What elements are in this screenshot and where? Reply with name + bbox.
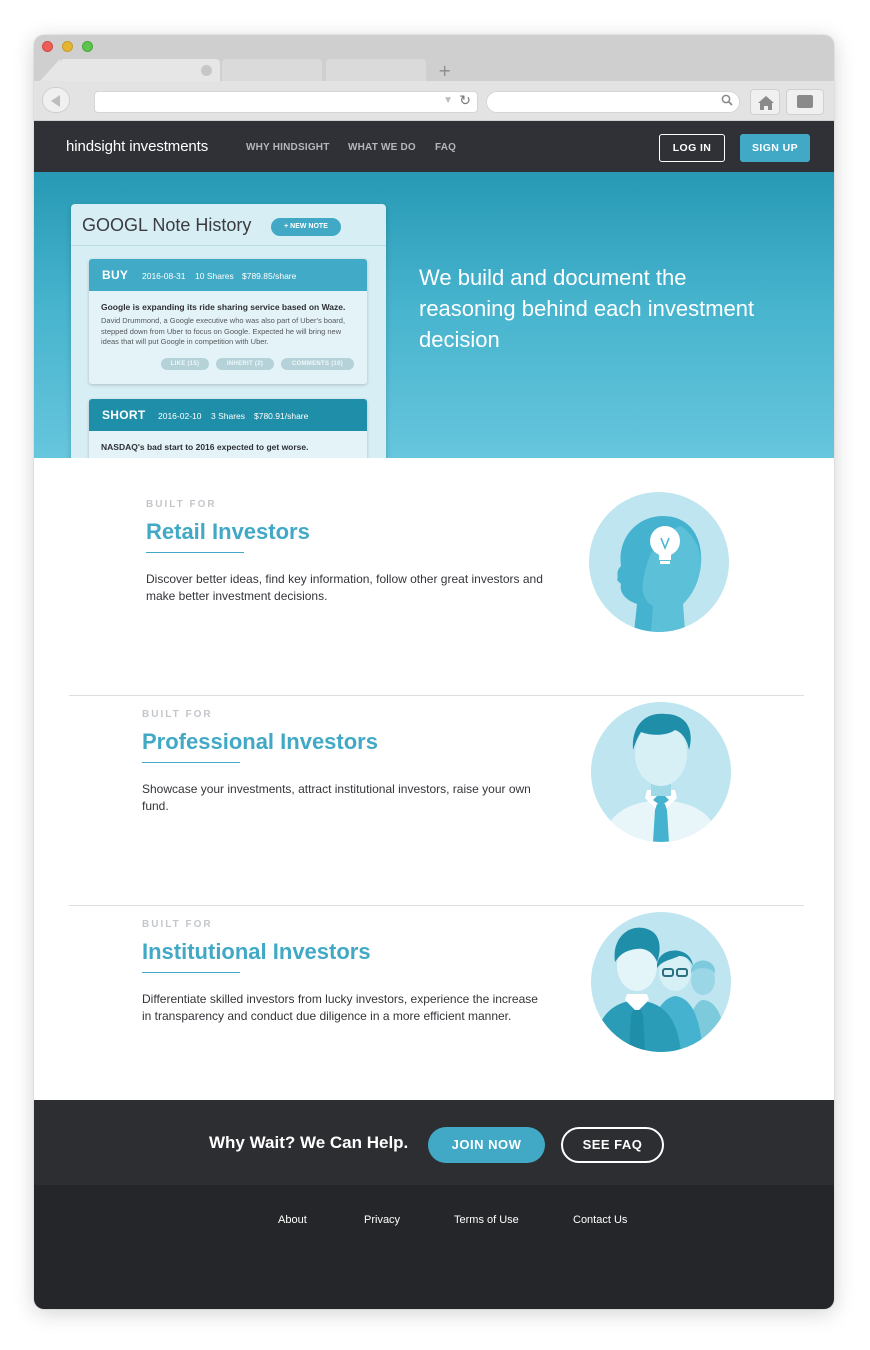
nav-why-hindsight[interactable]: WHY HINDSIGHT <box>246 142 330 153</box>
head-lightbulb-icon <box>589 492 729 632</box>
footer-link-contact[interactable]: Contact Us <box>573 1214 627 1226</box>
note-history-panel: GOOGL Note History + NEW NOTE BUY 2016-0… <box>71 204 386 458</box>
tab-strip: + <box>34 35 834 81</box>
built-for-label: BUILT FOR <box>146 499 217 510</box>
new-tab-icon[interactable]: + <box>438 61 451 80</box>
browser-tab[interactable] <box>222 59 322 81</box>
note-card-body: Google is expanding its ride sharing ser… <box>89 291 367 384</box>
footer-link-about[interactable]: About <box>278 1214 307 1226</box>
login-button[interactable]: LOG IN <box>659 134 725 162</box>
cta-text: Why Wait? We Can Help. <box>209 1133 409 1152</box>
note-card-header: BUY 2016-08-31 10 Shares $789.85/share <box>89 259 367 291</box>
professional-investors-section: BUILT FOR Professional Investors Showcas… <box>34 668 834 878</box>
note-headline: NASDAQ's bad start to 2016 expected to g… <box>101 442 309 452</box>
site-navbar: hindsight investments WHY HINDSIGHT WHAT… <box>34 121 834 172</box>
note-action: BUY <box>102 268 129 282</box>
note-panel-title: GOOGL Note History <box>82 215 252 235</box>
comments-button[interactable]: COMMENTS (10) <box>281 357 354 370</box>
nav-faq[interactable]: FAQ <box>435 142 456 153</box>
note-price: $789.85/share <box>242 271 297 281</box>
tab-close-icon[interactable] <box>201 65 212 76</box>
home-icon <box>758 96 774 110</box>
browser-window: + ▼ ↻ hindsight investments WHY HINDSIGH… <box>34 35 834 1309</box>
join-now-button[interactable]: JOIN NOW <box>428 1127 545 1163</box>
back-button[interactable] <box>42 87 70 113</box>
hero-section: GOOGL Note History + NEW NOTE BUY 2016-0… <box>34 172 834 458</box>
like-button[interactable]: LIKE (15) <box>161 357 209 370</box>
section-title: Retail Investors <box>146 519 310 544</box>
note-text: David Drummond, a Google executive who w… <box>101 316 346 346</box>
see-faq-button[interactable]: SEE FAQ <box>561 1127 664 1163</box>
note-card-body: NASDAQ's bad start to 2016 expected to g… <box>89 431 367 458</box>
institutional-investors-section: BUILT FOR Institutional Investors Differ… <box>34 878 834 1088</box>
address-bar[interactable]: ▼ ↻ <box>94 91 478 113</box>
dropdown-arrow-icon[interactable]: ▼ <box>443 95 453 106</box>
note-card: BUY 2016-08-31 10 Shares $789.85/share G… <box>89 259 367 384</box>
section-title: Professional Investors <box>142 729 378 754</box>
note-actions: LIKE (15) INHERIT (2) COMMENTS (10) <box>101 357 355 380</box>
note-card-header: SHORT 2016-02-10 3 Shares $780.91/share <box>89 399 367 431</box>
note-panel-header: GOOGL Note History + NEW NOTE <box>71 204 386 246</box>
extension-icon <box>797 95 813 108</box>
section-description: Differentiate skilled investors from luc… <box>142 992 538 1023</box>
note-action: SHORT <box>102 408 146 422</box>
group-icon <box>591 912 731 1052</box>
built-for-label: BUILT FOR <box>142 919 213 930</box>
title-underline <box>146 552 244 553</box>
note-headline: Google is expanding its ride sharing ser… <box>101 302 346 312</box>
reload-icon[interactable]: ↻ <box>459 93 471 109</box>
tab-edge <box>40 59 60 81</box>
footer-link-privacy[interactable]: Privacy <box>364 1214 400 1226</box>
browser-tab[interactable] <box>326 59 426 81</box>
site-footer: About Privacy Terms of Use Contact Us <box>34 1185 834 1309</box>
title-underline <box>142 972 240 973</box>
browser-toolbar: ▼ ↻ <box>34 81 834 121</box>
section-description: Discover better ideas, find key informat… <box>146 572 543 603</box>
inherit-button[interactable]: INHERIT (2) <box>216 357 274 370</box>
footer-link-terms[interactable]: Terms of Use <box>454 1214 519 1226</box>
home-button[interactable] <box>750 89 780 115</box>
close-window-button[interactable] <box>42 41 53 52</box>
note-card: SHORT 2016-02-10 3 Shares $780.91/share … <box>89 399 367 458</box>
new-note-button[interactable]: + NEW NOTE <box>271 218 341 236</box>
browser-search-input[interactable] <box>486 91 740 113</box>
retail-investors-section: BUILT FOR Retail Investors Discover bett… <box>34 458 834 668</box>
note-price: $780.91/share <box>254 411 309 421</box>
section-description: Showcase your investments, attract insti… <box>142 782 531 813</box>
note-shares: 10 Shares <box>195 271 234 281</box>
signup-button[interactable]: SIGN UP <box>740 134 810 162</box>
extension-button[interactable] <box>786 89 824 115</box>
cta-bar: Why Wait? We Can Help. JOIN NOW SEE FAQ <box>34 1100 834 1185</box>
hero-tagline: We build and document the reasoning behi… <box>419 265 755 352</box>
title-underline <box>142 762 240 763</box>
browser-tab-active[interactable] <box>60 59 220 81</box>
minimize-window-button[interactable] <box>62 41 73 52</box>
search-icon <box>721 94 733 106</box>
nav-what-we-do[interactable]: WHAT WE DO <box>348 142 416 153</box>
note-shares: 3 Shares <box>211 411 246 421</box>
site-logo[interactable]: hindsight investments <box>66 138 208 155</box>
section-title: Institutional Investors <box>142 939 371 964</box>
built-for-label: BUILT FOR <box>142 709 213 720</box>
businessman-icon <box>591 702 731 842</box>
note-date: 2016-08-31 <box>142 271 186 281</box>
maximize-window-button[interactable] <box>82 41 93 52</box>
browser-chrome: + ▼ ↻ <box>34 35 834 121</box>
website: hindsight investments WHY HINDSIGHT WHAT… <box>34 121 834 1309</box>
note-date: 2016-02-10 <box>158 411 202 421</box>
